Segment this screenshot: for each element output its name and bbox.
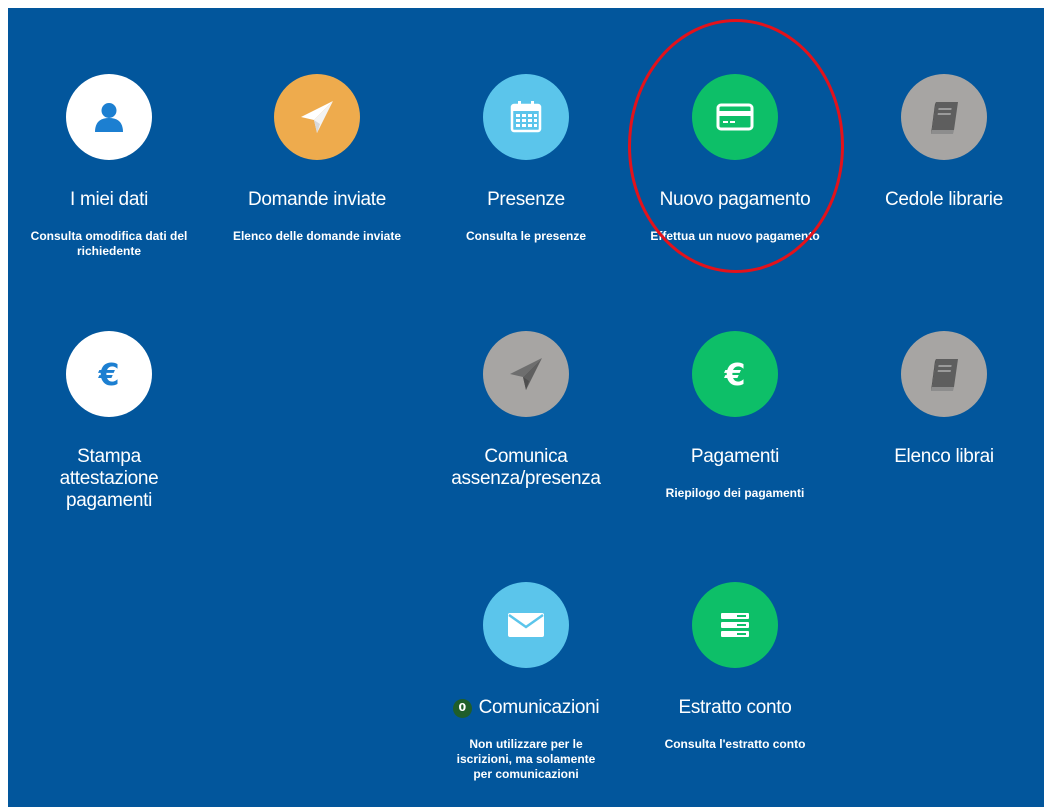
paper-plane-icon [510,358,542,390]
tile-elenco-librai[interactable]: Elenco librai [854,331,1034,468]
tile-cedole-librarie[interactable]: Cedole librarie [854,74,1034,211]
tile-description: Riepilogo dei pagamenti [665,486,805,500]
tile-icon-circle [483,331,569,417]
tile-title-label: Comunicazioni [478,697,600,718]
tile-title: Nuovo pagamento [659,189,811,210]
tile-icon-circle [901,74,987,160]
book-icon [931,102,958,134]
tile-icon-circle [901,331,987,417]
tile-title: Stampa attestazione pagamenti [59,446,159,511]
unread-count-badge: 0 [452,698,472,718]
tile-title: I miei dati [69,189,148,210]
tile-description: Effettua un nuovo pagamento [650,229,820,243]
svg-text:€: € [98,358,120,391]
dashboard-panel: I miei dati Consulta omodifica dati del … [8,8,1044,807]
tile-icon-circle [692,582,778,668]
tile-description: Consulta omodifica dati del richiedente [30,229,188,258]
tile-icon-circle [483,582,569,668]
tile-nuovo-pagamento[interactable]: Nuovo pagamento Effettua un nuovo pagame… [645,74,825,244]
tile-description: Consulta l'estratto conto [664,737,806,751]
tile-domande-inviate[interactable]: Domande inviate Elenco delle domande inv… [227,74,407,244]
tile-title: Domande inviate [247,189,387,210]
tile-estratto-conto[interactable]: Estratto conto Consulta l'estratto conto [645,582,825,752]
euro-icon: € [724,358,746,391]
list-icon [721,613,749,637]
tile-description: Non utilizzare per le iscrizioni, ma sol… [456,737,596,781]
tile-title: Cedole librarie [884,189,1003,210]
tile-title: Presenze [487,189,565,210]
tile-stampa-attestazione[interactable]: € Stampa attestazione pagamenti [19,331,199,512]
tile-comunicazioni[interactable]: 0 Comunicazioni Non utilizzare per le is… [436,582,616,782]
euro-icon: € [98,358,120,391]
tile-miei-dati[interactable]: I miei dati Consulta omodifica dati del … [19,74,199,259]
tile-presenze[interactable]: Presenze Consulta le presenze [436,74,616,244]
tile-description: Consulta le presenze [465,229,587,243]
tile-comunica-assenza[interactable]: Comunica assenza/presenza [436,331,616,490]
tile-icon-circle [274,74,360,160]
credit-card-icon [716,103,754,131]
svg-text:€: € [724,358,746,391]
tile-title: 0 Comunicazioni [452,697,600,719]
tile-icon-circle [66,74,152,160]
tile-icon-circle [692,74,778,160]
tile-icon-circle [483,74,569,160]
tile-title: Elenco librai [894,446,994,467]
calendar-icon [510,101,542,133]
tile-description: Elenco delle domande inviate [232,229,402,243]
tile-pagamenti[interactable]: € Pagamenti Riepilogo dei pagamenti [645,331,825,501]
user-icon [95,103,123,132]
tile-title: Comunica assenza/presenza [451,446,601,489]
paper-plane-icon [301,101,333,133]
tile-icon-circle: € [66,331,152,417]
tile-title: Estratto conto [678,697,792,718]
envelope-icon [508,613,544,637]
book-icon [931,359,958,391]
tile-icon-circle: € [692,331,778,417]
tile-title: Pagamenti [690,446,780,467]
